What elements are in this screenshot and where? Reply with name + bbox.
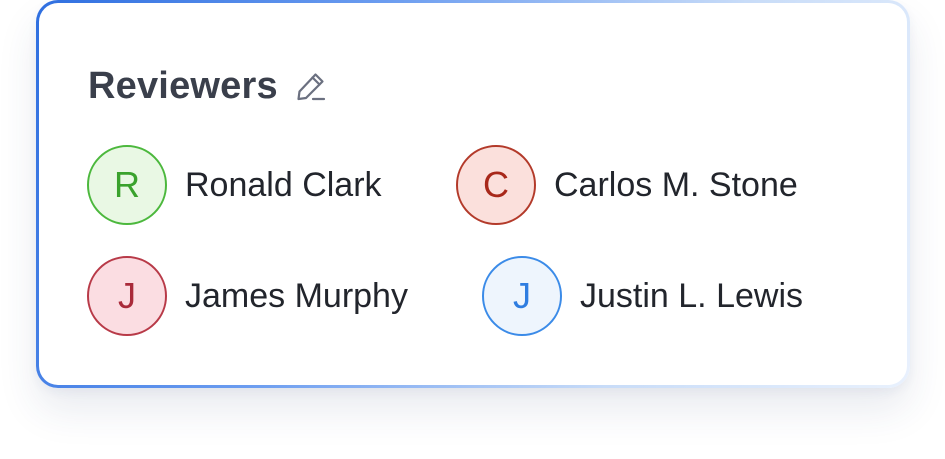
pencil-edit-icon[interactable] [292, 67, 330, 105]
reviewers-card-border: Reviewers R Ronald Clark C Carlos M. Sto… [36, 0, 910, 388]
reviewer-item[interactable]: R Ronald Clark [87, 142, 382, 228]
reviewers-card: Reviewers R Ronald Clark C Carlos M. Sto… [39, 3, 907, 385]
reviewer-name: Ronald Clark [185, 165, 382, 204]
avatar-initial: R [114, 164, 140, 205]
reviewer-name: Carlos M. Stone [554, 165, 798, 204]
reviewers-title: Reviewers [88, 64, 278, 107]
avatar-initial: C [483, 164, 509, 205]
avatar: R [87, 145, 167, 225]
avatar: J [87, 256, 167, 336]
reviewer-item[interactable]: J James Murphy [87, 253, 408, 339]
avatar-initial: J [513, 275, 531, 316]
reviewer-item[interactable]: J Justin L. Lewis [482, 253, 803, 339]
avatar: J [482, 256, 562, 336]
reviewer-name: Justin L. Lewis [580, 276, 803, 315]
avatar-initial: J [118, 275, 136, 316]
reviewer-name: James Murphy [185, 276, 408, 315]
avatar: C [456, 145, 536, 225]
reviewers-header: Reviewers [88, 63, 330, 109]
reviewer-item[interactable]: C Carlos M. Stone [456, 142, 798, 228]
